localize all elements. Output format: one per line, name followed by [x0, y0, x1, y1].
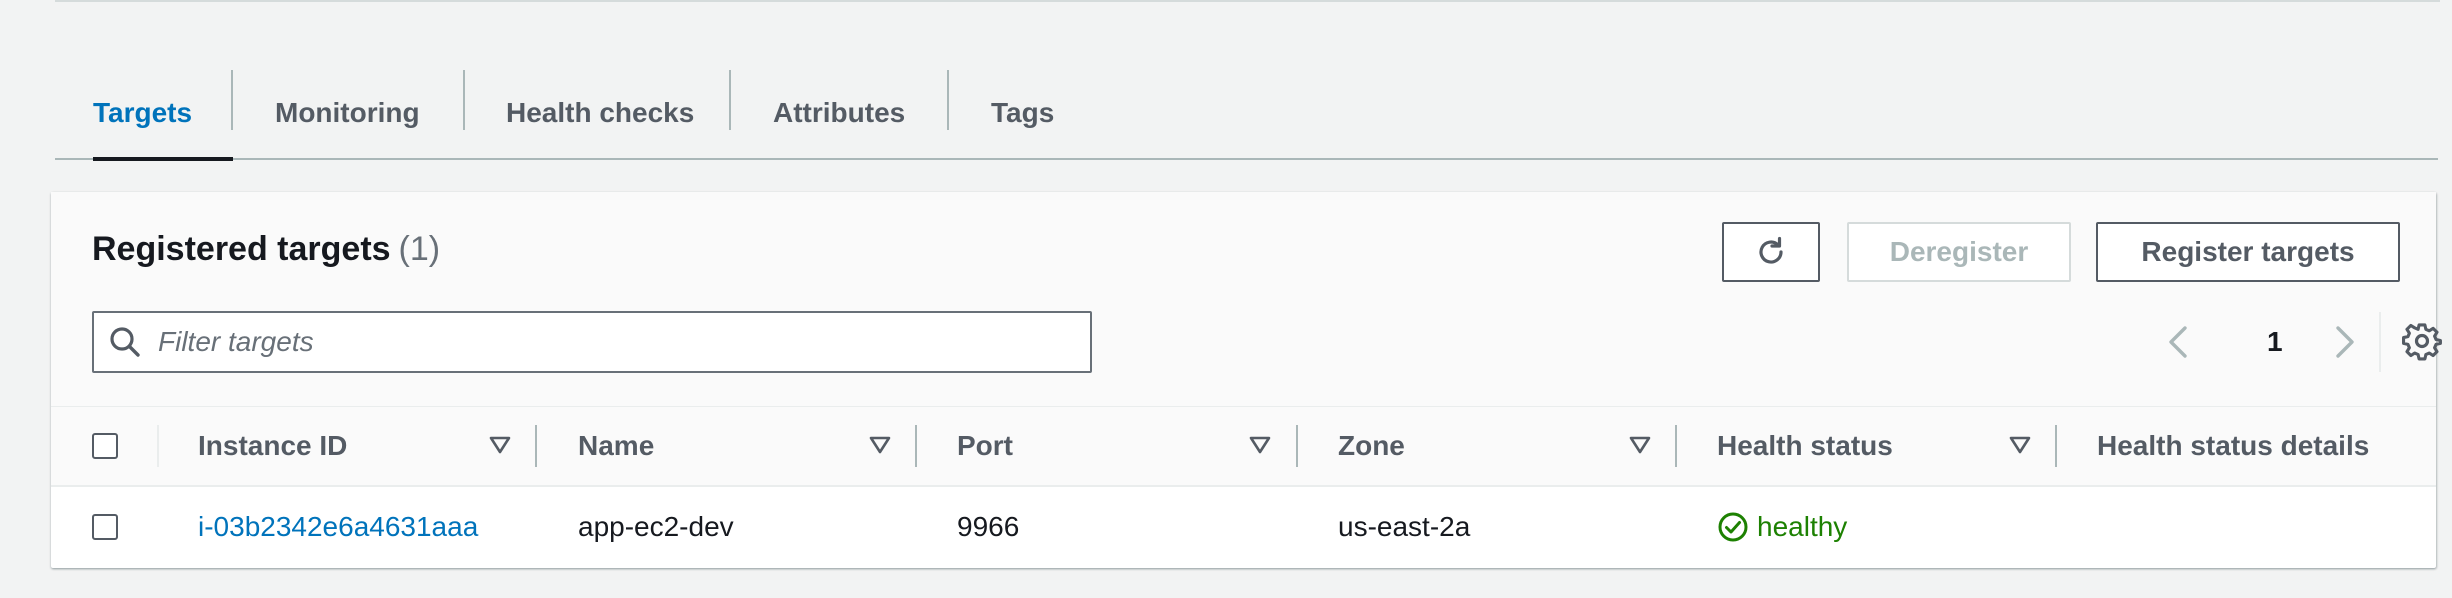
column-divider[interactable]: [1296, 425, 1298, 467]
sort-icon[interactable]: [487, 432, 513, 458]
column-divider[interactable]: [2055, 425, 2057, 467]
registered-targets-panel: Registered targets (1) Deregister Registe…: [51, 192, 2442, 568]
tab-targets[interactable]: Targets: [93, 68, 233, 161]
column-divider[interactable]: [535, 425, 537, 467]
column-header-name[interactable]: Name: [578, 407, 654, 485]
column-header-health-status[interactable]: Health status: [1717, 407, 1893, 485]
tab-divider: [729, 70, 731, 130]
deregister-button[interactable]: Deregister: [1847, 222, 2071, 282]
panel-title-text: Registered targets: [92, 230, 391, 268]
sort-icon[interactable]: [1627, 432, 1653, 458]
filter-targets-input[interactable]: [156, 325, 1060, 359]
column-header-health-status-details[interactable]: Health status details: [2097, 407, 2369, 485]
search-icon: [110, 327, 140, 357]
tab-health-checks[interactable]: Health checks: [506, 68, 694, 158]
instance-name: app-ec2-dev: [578, 511, 734, 542]
filter-targets-field[interactable]: [92, 311, 1092, 373]
page-number[interactable]: 1: [2267, 326, 2283, 358]
instance-port: 9966: [957, 511, 1020, 542]
column-header-zone[interactable]: Zone: [1338, 407, 1405, 485]
tab-monitoring[interactable]: Monitoring: [275, 68, 420, 158]
panel-header: Registered targets (1) Deregister Registe…: [51, 192, 2442, 407]
column-divider[interactable]: [1675, 425, 1677, 467]
next-page-icon[interactable]: [2323, 322, 2363, 362]
column-divider: [157, 425, 159, 467]
tab-bar: Targets Monitoring Health checks Attribu…: [55, 68, 2438, 161]
instance-id-link[interactable]: i-03b2342e6a4631aaa: [198, 487, 478, 567]
check-circle-icon: [1718, 512, 1748, 542]
column-header-port[interactable]: Port: [957, 407, 1013, 485]
tab-divider: [463, 70, 465, 130]
sort-icon[interactable]: [1247, 432, 1273, 458]
previous-page-icon[interactable]: [2160, 322, 2200, 362]
sort-icon[interactable]: [867, 432, 893, 458]
row-checkbox[interactable]: [92, 514, 118, 540]
tab-attributes[interactable]: Attributes: [773, 68, 905, 158]
gear-icon[interactable]: [2402, 321, 2442, 361]
panel-title: Registered targets (1): [92, 230, 440, 269]
tab-divider: [231, 70, 233, 130]
table-header: Instance ID Name Port Zone Health status…: [51, 407, 2436, 487]
column-divider[interactable]: [915, 425, 917, 467]
tab-divider: [947, 70, 949, 130]
tab-tags[interactable]: Tags: [991, 68, 1054, 158]
pagination-divider: [2379, 312, 2381, 372]
select-all-checkbox[interactable]: [92, 433, 118, 459]
refresh-icon: [1759, 236, 1783, 264]
sort-icon[interactable]: [2007, 432, 2033, 458]
refresh-button[interactable]: [1722, 222, 1820, 282]
instance-zone: us-east-2a: [1338, 511, 1471, 542]
register-targets-button[interactable]: Register targets: [2096, 222, 2400, 282]
table-row: i-03b2342e6a4631aaa app-ec2-dev 9966 us-…: [51, 487, 2436, 567]
health-status: healthy: [1717, 487, 1847, 567]
target-count: (1): [398, 230, 441, 268]
health-status-text: healthy: [1757, 511, 1848, 542]
column-header-instance-id[interactable]: Instance ID: [198, 407, 347, 485]
top-divider: [55, 0, 2440, 2]
